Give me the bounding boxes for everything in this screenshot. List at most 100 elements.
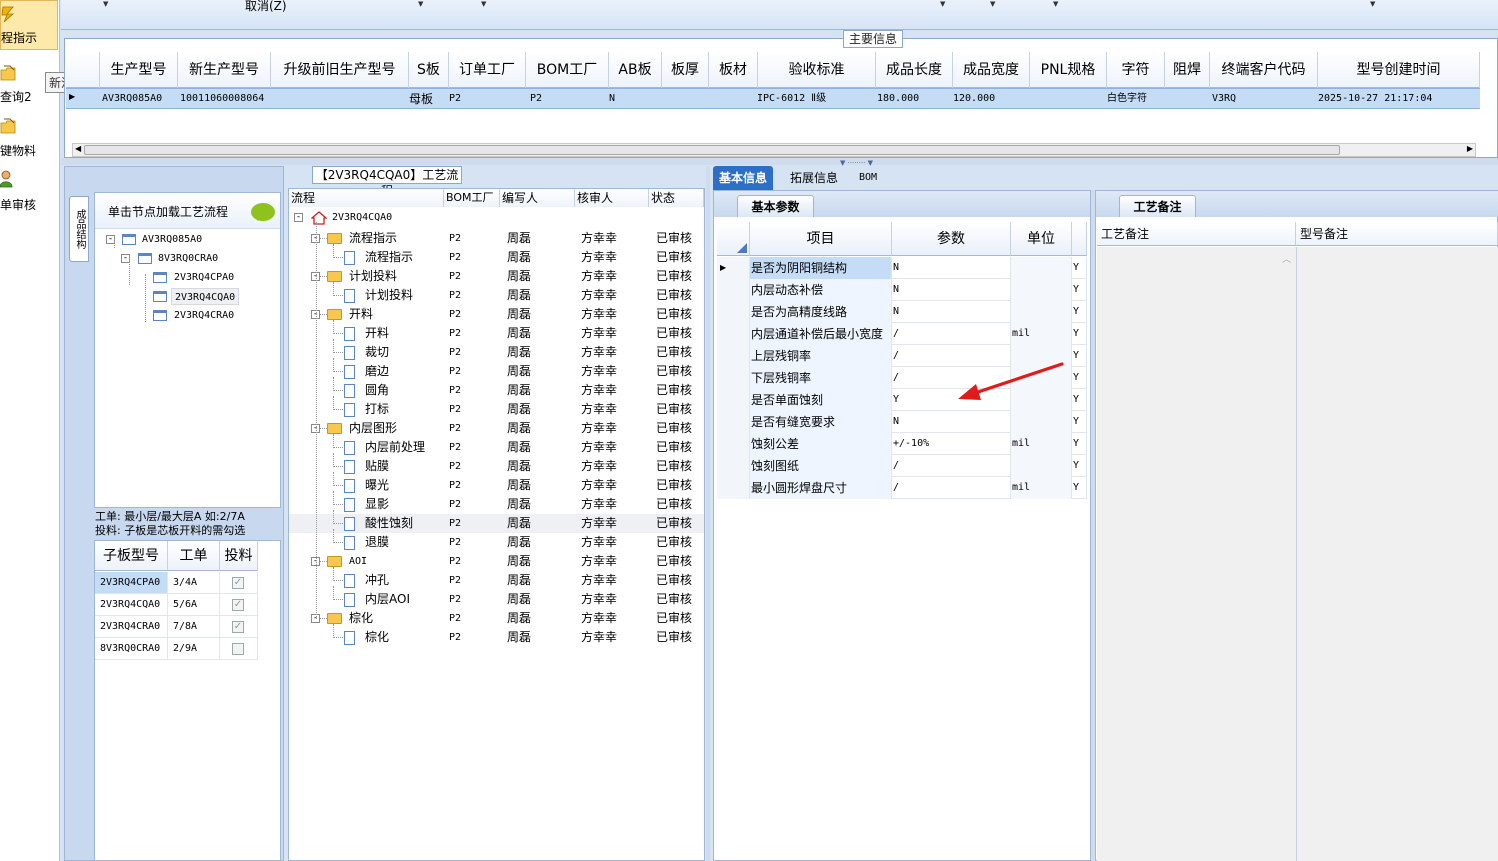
process-reviewer: 方幸幸 bbox=[581, 383, 618, 397]
chevron-down-icon[interactable]: ▼ bbox=[481, 0, 486, 8]
tab-basic-params[interactable]: 基本参数 bbox=[737, 195, 814, 217]
process-step-name: 计划投料 bbox=[349, 269, 398, 283]
scroll-left-icon[interactable]: ◀ bbox=[75, 144, 81, 153]
main-grid-cell[interactable]: 120.000 bbox=[953, 90, 995, 108]
main-grid-cell[interactable]: 母板 bbox=[409, 90, 433, 108]
tree-node[interactable]: 2V3RQ4CQA0 bbox=[171, 288, 240, 305]
work-order-cell[interactable]: 3/4A bbox=[168, 572, 220, 594]
column-header[interactable]: 生产型号 bbox=[100, 52, 178, 88]
collapse-toggle[interactable]: - bbox=[294, 213, 303, 222]
toolbar-item-review[interactable]: 单审核 bbox=[0, 166, 58, 216]
column-header[interactable]: BOM工厂 bbox=[444, 189, 500, 207]
column-header[interactable]: 新生产型号 bbox=[178, 52, 271, 88]
param-value[interactable]: N bbox=[892, 411, 1011, 433]
column-header[interactable]: 流程 bbox=[289, 189, 444, 207]
work-order-cell[interactable]: 2/9A bbox=[168, 638, 220, 660]
chevron-down-icon[interactable]: ▼ bbox=[1370, 0, 1375, 8]
work-order-cell[interactable]: 7/8A bbox=[168, 616, 220, 638]
tab-process-notes[interactable]: 工艺备注 bbox=[1119, 195, 1196, 217]
column-header[interactable]: 板材 bbox=[709, 52, 758, 88]
vertical-splitter[interactable] bbox=[706, 166, 710, 861]
process-reviewer: 方幸幸 bbox=[581, 269, 618, 283]
feed-checkbox[interactable]: ✓ bbox=[232, 621, 244, 633]
model-notes-text[interactable] bbox=[1296, 247, 1498, 861]
scrollbar-thumb[interactable] bbox=[84, 145, 1340, 155]
column-header[interactable]: 板厚 bbox=[662, 52, 709, 88]
main-grid-cell[interactable]: 2025-10-27 21:17:04 bbox=[1318, 90, 1432, 108]
column-header[interactable]: 成品长度 bbox=[876, 52, 953, 88]
feed-checkbox[interactable]: ✓ bbox=[232, 599, 244, 611]
scroll-up-icon[interactable]: ︿ bbox=[1282, 252, 1291, 265]
sub-board-model[interactable]: 2V3RQ4CRA0 bbox=[95, 616, 168, 638]
tree-node[interactable]: AV3RQ085A0 bbox=[142, 231, 202, 248]
main-grid-cell[interactable]: V3RQ bbox=[1212, 90, 1236, 108]
main-grid-cell[interactable]: P2 bbox=[449, 90, 461, 108]
column-header[interactable]: 项目 bbox=[750, 222, 892, 256]
main-grid-cell[interactable]: 180.000 bbox=[877, 90, 919, 108]
param-value[interactable]: / bbox=[892, 477, 1011, 499]
tree-node[interactable]: 2V3RQ4CRA0 bbox=[174, 307, 234, 324]
column-header[interactable]: 升级前旧生产型号 bbox=[271, 52, 409, 88]
param-value[interactable]: N bbox=[892, 257, 1011, 279]
column-header[interactable]: 子板型号 bbox=[95, 541, 168, 571]
tree-node[interactable]: 8V3RQ0CRA0 bbox=[158, 250, 218, 267]
param-value[interactable]: +/-10% bbox=[892, 433, 1011, 455]
scroll-right-icon[interactable]: ▶ bbox=[1467, 144, 1473, 153]
column-header[interactable]: 终端客户代码 bbox=[1210, 52, 1318, 88]
sub-board-model[interactable]: 8V3RQ0CRA0 bbox=[95, 638, 168, 660]
column-header[interactable]: 状态 bbox=[649, 189, 704, 207]
column-header[interactable]: 工单 bbox=[168, 541, 220, 571]
process-root[interactable]: 2V3RQ4CQA0 bbox=[332, 212, 392, 223]
main-grid-cell[interactable]: IPC-6012 Ⅱ级 bbox=[757, 90, 826, 108]
param-value[interactable]: / bbox=[892, 323, 1011, 345]
splitter-grip-icon[interactable]: ▼ ········ ▼ bbox=[840, 159, 873, 167]
column-header[interactable]: PNL规格 bbox=[1030, 52, 1107, 88]
main-grid-cell[interactable]: AV3RQ085A0 bbox=[102, 90, 162, 108]
chat-bubble-icon[interactable] bbox=[251, 203, 275, 221]
column-header[interactable]: 验收标准 bbox=[758, 52, 876, 88]
column-header[interactable]: 工艺备注 bbox=[1097, 222, 1296, 246]
column-header[interactable]: 投料 bbox=[220, 541, 258, 571]
tree-node[interactable]: 2V3RQ4CPA0 bbox=[174, 269, 234, 286]
column-header[interactable]: S板 bbox=[409, 52, 449, 88]
column-header[interactable]: 型号备注 bbox=[1296, 222, 1498, 246]
column-header[interactable]: 编写人 bbox=[500, 189, 575, 207]
column-header[interactable]: 成品宽度 bbox=[953, 52, 1030, 88]
work-order-cell[interactable]: 5/6A bbox=[168, 594, 220, 616]
main-grid-cell[interactable]: N bbox=[609, 90, 615, 108]
tab-structure[interactable]: 成品结构 bbox=[69, 196, 89, 262]
tab-bom[interactable]: BOM bbox=[853, 166, 883, 190]
chevron-down-icon[interactable]: ▼ bbox=[103, 0, 108, 8]
chevron-down-icon[interactable]: ▼ bbox=[418, 0, 423, 8]
column-header[interactable]: BOM工厂 bbox=[526, 52, 609, 88]
toolbar-item-flow[interactable]: 程指示 bbox=[0, 0, 58, 50]
column-header[interactable]: 参数 bbox=[892, 222, 1011, 256]
horizontal-splitter[interactable] bbox=[61, 158, 1498, 165]
tab-basic-info[interactable]: 基本信息 bbox=[713, 166, 774, 190]
main-grid-cell[interactable]: 白色字符 bbox=[1107, 90, 1147, 108]
sub-board-model[interactable]: 2V3RQ4CQA0 bbox=[95, 594, 168, 616]
sub-board-model[interactable]: 2V3RQ4CPA0 bbox=[95, 572, 168, 594]
chevron-down-icon[interactable]: ▼ bbox=[1053, 0, 1058, 8]
column-header[interactable]: AB板 bbox=[609, 52, 662, 88]
column-header[interactable]: 核审人 bbox=[575, 189, 649, 207]
chevron-down-icon[interactable]: ▼ bbox=[940, 0, 945, 8]
column-header[interactable]: 型号创建时间 bbox=[1318, 52, 1480, 88]
process-status: 已审核 bbox=[656, 326, 693, 340]
process-factory: P2 bbox=[449, 366, 462, 377]
tab-extended-info[interactable]: 拓展信息 bbox=[784, 166, 844, 190]
cancel-button[interactable]: 取消(Z) bbox=[245, 0, 287, 14]
toolbar-item-material[interactable]: 键物料 bbox=[0, 113, 58, 163]
chevron-down-icon[interactable]: ▼ bbox=[990, 0, 995, 8]
param-value[interactable]: / bbox=[892, 455, 1011, 477]
main-grid-cell[interactable]: 10011060008064 bbox=[180, 90, 264, 108]
column-header[interactable]: 阻焊 bbox=[1165, 52, 1210, 88]
param-value[interactable]: N bbox=[892, 301, 1011, 323]
param-value[interactable]: N bbox=[892, 279, 1011, 301]
feed-checkbox[interactable]: ✓ bbox=[232, 577, 244, 589]
feed-checkbox[interactable] bbox=[232, 643, 244, 655]
column-header[interactable]: 订单工厂 bbox=[449, 52, 526, 88]
main-grid-cell[interactable]: P2 bbox=[530, 90, 542, 108]
column-header[interactable]: 单位 bbox=[1011, 222, 1072, 256]
column-header[interactable]: 字符 bbox=[1107, 52, 1165, 88]
